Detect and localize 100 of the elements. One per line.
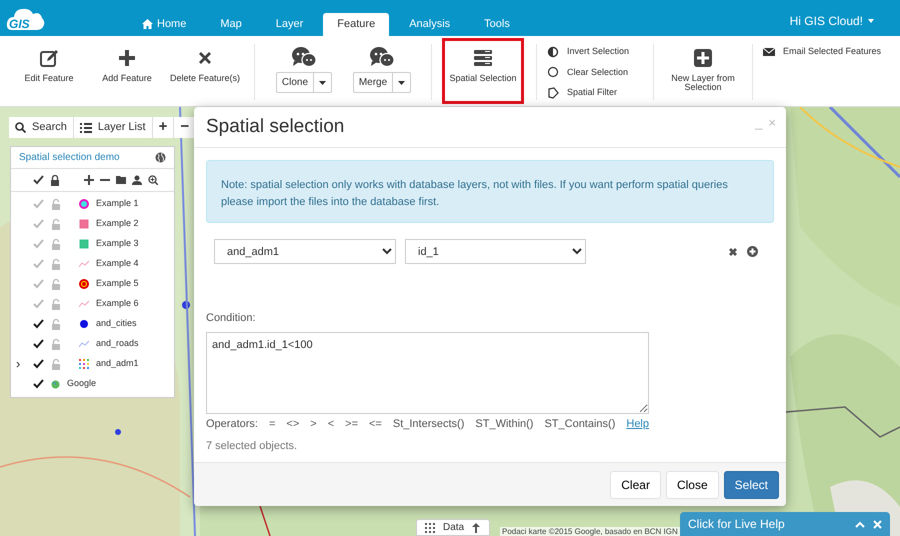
- unlock-icon[interactable]: [51, 238, 61, 250]
- list-icon: [80, 122, 92, 132]
- zoom-out-button[interactable]: −: [174, 117, 196, 138]
- visibility-checkbox[interactable]: [33, 239, 44, 249]
- lock-icon: [50, 174, 60, 186]
- caret-icon: [319, 80, 326, 84]
- home-icon: [142, 18, 153, 29]
- circle-icon: [547, 66, 559, 78]
- split-button[interactable]: Merge: [352, 72, 412, 93]
- dropdown[interactable]: and_adm1: [214, 239, 396, 264]
- plus-icon: [117, 48, 137, 68]
- check-icon: [33, 175, 44, 185]
- menu-item[interactable]: Email Selected Features: [763, 45, 887, 58]
- envelope-icon: [763, 46, 775, 58]
- layer-name[interactable]: and_adm1: [96, 357, 139, 371]
- operator[interactable]: >: [310, 416, 317, 432]
- operator[interactable]: >=: [345, 416, 358, 432]
- dialog-button[interactable]: Select: [724, 470, 779, 498]
- layer-name[interactable]: Example 4: [96, 257, 139, 271]
- operator[interactable]: ST_Within(): [475, 416, 534, 432]
- visibility-checkbox[interactable]: [33, 319, 44, 329]
- toolbar-button[interactable]: Spatial Selection: [442, 38, 524, 104]
- arrow-up-icon: [472, 522, 480, 532]
- operator[interactable]: <: [328, 416, 334, 432]
- operator[interactable]: <>: [286, 416, 300, 432]
- unlock-icon[interactable]: [51, 278, 61, 290]
- layer-name[interactable]: Google: [67, 377, 96, 391]
- polygon-icon: [547, 86, 559, 99]
- half-circle-icon: [547, 46, 559, 58]
- operator[interactable]: <=: [369, 416, 382, 432]
- edit-icon: [39, 48, 59, 68]
- remove-icon[interactable]: [728, 246, 738, 256]
- layer-name[interactable]: Example 2: [96, 217, 139, 231]
- visibility-checkbox[interactable]: [33, 279, 44, 289]
- operator[interactable]: ST_Contains(): [544, 416, 616, 432]
- expand-toggle[interactable]: ›: [16, 357, 20, 370]
- map-attribution: Podaci karte ©2015 Google, basado en BCN IGN: [500, 527, 680, 536]
- condition-field[interactable]: and_adm1.id_1<100: [206, 332, 649, 414]
- list-icon: [473, 48, 493, 68]
- info-note: Note: spatial selection only works with database layers, not with files. If you want perform spatial queries please import the files into the database first.: [206, 160, 774, 223]
- plus-square-icon: [693, 48, 713, 68]
- layer-name[interactable]: and_roads: [96, 337, 139, 351]
- dialog-button[interactable]: Clear: [610, 470, 661, 498]
- layer-name[interactable]: Example 5: [96, 277, 139, 291]
- dialog-button[interactable]: Close: [666, 470, 719, 498]
- layer-name[interactable]: Example 6: [96, 297, 139, 311]
- dropdown[interactable]: id_1: [405, 239, 586, 264]
- unlock-icon[interactable]: [51, 198, 61, 210]
- visibility-checkbox[interactable]: [33, 339, 44, 349]
- menu-item[interactable]: Clear Selection: [547, 66, 643, 79]
- help-link[interactable]: Help: [626, 416, 649, 432]
- toolbar-button[interactable]: Add Feature: [88, 42, 166, 102]
- unlock-icon[interactable]: [51, 218, 61, 230]
- toolbar-button[interactable]: Delete Feature(s): [166, 42, 244, 102]
- operators-label: Operators:: [206, 416, 258, 432]
- toolbar-button[interactable]: New Layer from Selection: [664, 42, 742, 102]
- zoom-in-button[interactable]: +: [152, 117, 174, 138]
- chat-bubbles-icon: [291, 46, 317, 68]
- unlock-icon[interactable]: [51, 318, 61, 330]
- chevron-up-icon[interactable]: [855, 520, 865, 528]
- layer-name[interactable]: and_cities: [96, 317, 137, 331]
- visibility-checkbox[interactable]: [33, 259, 44, 269]
- operator[interactable]: St_Intersects(): [392, 416, 464, 432]
- dialog-title: Spatial selection: [206, 116, 344, 138]
- zoom-icon[interactable]: [148, 175, 158, 185]
- layer-list-button[interactable]: Layer List: [74, 117, 153, 138]
- caret-icon: [398, 80, 406, 84]
- plus-icon[interactable]: [84, 175, 94, 185]
- nav-tab[interactable]: Feature: [323, 12, 390, 36]
- layer-name[interactable]: Example 1: [96, 197, 139, 211]
- visibility-checkbox[interactable]: [33, 199, 44, 209]
- globe-icon: [155, 152, 166, 163]
- toolbar-button[interactable]: Edit Feature: [10, 42, 88, 102]
- menu-item[interactable]: Spatial Filter: [547, 86, 643, 100]
- globe-icon: [51, 380, 60, 388]
- unlock-icon[interactable]: [51, 358, 61, 370]
- grid-symbol-icon: [79, 359, 89, 369]
- search-button[interactable]: Search: [9, 117, 74, 138]
- visibility-checkbox[interactable]: [33, 359, 44, 369]
- visibility-checkbox[interactable]: [33, 299, 44, 309]
- panel-title: Spatial selection demo: [19, 151, 120, 165]
- unlock-icon[interactable]: [51, 338, 61, 350]
- data-tab[interactable]: Data: [416, 519, 490, 536]
- folder-icon[interactable]: [116, 175, 126, 185]
- menu-item[interactable]: Invert Selection: [547, 45, 643, 58]
- result-text: 7 selected objects.: [206, 439, 298, 454]
- add-circle-icon[interactable]: [747, 246, 758, 257]
- unlock-icon[interactable]: [51, 298, 61, 310]
- layer-name[interactable]: Example 3: [96, 237, 139, 251]
- visibility-checkbox[interactable]: [33, 379, 44, 389]
- operator[interactable]: =: [268, 416, 276, 432]
- caret-icon: [866, 18, 876, 24]
- grid-icon: [425, 522, 435, 532]
- search-icon: [15, 122, 26, 133]
- user-icon[interactable]: [132, 175, 142, 185]
- visibility-checkbox[interactable]: [33, 219, 44, 229]
- split-button[interactable]: Clone: [276, 72, 332, 93]
- condition-label: Condition:: [206, 311, 257, 326]
- unlock-icon[interactable]: [51, 258, 61, 270]
- close-icon[interactable]: [873, 520, 882, 528]
